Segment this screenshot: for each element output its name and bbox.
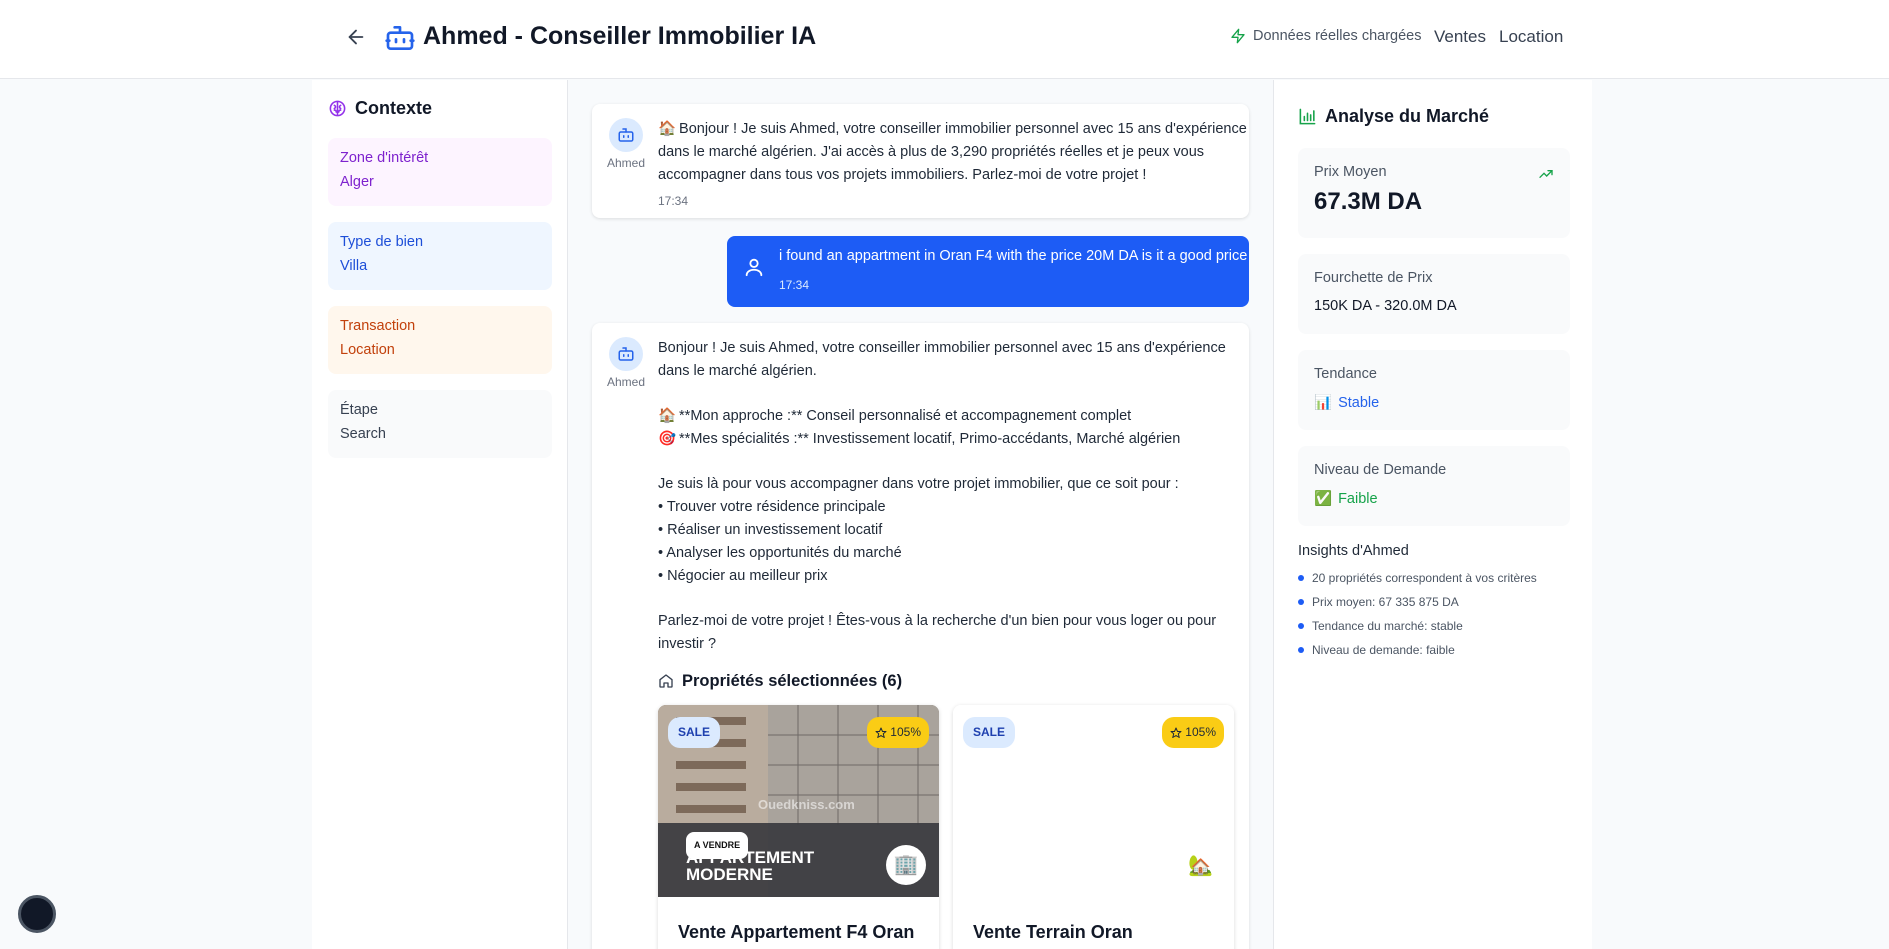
message-body: Bonjour ! Je suis Ahmed, votre conseille… (658, 337, 1238, 949)
data-status: Données réelles chargées (1230, 28, 1421, 44)
avatar-name: Ahmed (606, 375, 646, 389)
trending-up-icon (1539, 170, 1553, 178)
price-range-label: Fourchette de Prix (1314, 270, 1433, 286)
bullet-dot (1298, 623, 1304, 629)
brain-icon (329, 100, 346, 117)
nav-location[interactable]: Location (1499, 27, 1563, 47)
properties-heading: Propriétés sélectionnées (6) (658, 669, 1238, 693)
score-badge: 105% (867, 717, 929, 748)
market-title: Analyse du Marché (1298, 106, 1489, 127)
context-label: Transaction (340, 318, 416, 334)
context-value: Alger (340, 174, 374, 190)
nav-ventes[interactable]: Ventes (1434, 27, 1486, 47)
context-card-step: Étape Search (328, 390, 552, 458)
back-button[interactable] (343, 24, 369, 50)
chart-emoji-icon: 📊 (1314, 395, 1333, 411)
bot-message: Ahmed Bonjour ! Je suis Ahmed, votre con… (592, 323, 1249, 949)
building-icon: 🏢 (886, 845, 926, 885)
bar-chart-icon (1299, 108, 1316, 125)
star-icon (1170, 727, 1182, 738)
context-value: Villa (340, 258, 368, 274)
bot-icon (385, 26, 415, 50)
insights-title: Insights d'Ahmed (1298, 543, 1409, 559)
floating-action-button[interactable] (18, 895, 56, 933)
property-card[interactable]: SALE 105% 🏡 Vente Terrain Oran (953, 705, 1234, 949)
avg-price-label: Prix Moyen (1314, 164, 1387, 180)
home-icon (659, 674, 673, 688)
property-image: Ouedkniss.com A VENDRE APPARTEMENT MODER… (658, 705, 939, 897)
list-item: Prix moyen: 67 335 875 DA (1298, 595, 1459, 609)
context-card-zone: Zone d'intérêt Alger (328, 138, 552, 206)
list-item: Tendance du marché: stable (1298, 619, 1463, 633)
context-value: Search (340, 426, 386, 442)
data-status-text: Données réelles chargées (1253, 28, 1422, 44)
lightning-icon (1231, 28, 1245, 44)
bullet-dot (1298, 599, 1304, 605)
context-panel: Contexte Zone d'intérêt Alger Type de bi… (312, 80, 568, 949)
sale-badge: SALE (963, 717, 1016, 748)
top-header: Ahmed - Conseiller Immobilier IA Données… (0, 0, 1889, 79)
property-cards: Ouedkniss.com A VENDRE APPARTEMENT MODER… (658, 705, 1238, 949)
market-panel: Analyse du Marché Prix Moyen 67.3M DA Fo… (1273, 80, 1592, 949)
list-item: 20 propriétés correspondent à vos critèr… (1298, 571, 1537, 585)
house-emoji-icon: 🏠 (658, 408, 677, 424)
avatar (609, 337, 643, 371)
context-label: Type de bien (340, 234, 424, 250)
bot-avatar-col: Ahmed (604, 337, 648, 389)
house-emoji-icon: 🏠 (658, 121, 677, 137)
message-body: 🏠 Bonjour ! Je suis Ahmed, votre conseil… (658, 118, 1247, 213)
context-title: Contexte (328, 98, 432, 119)
bot-avatar-col: Ahmed (604, 118, 648, 170)
bullet-dot (1298, 647, 1304, 653)
image-caption: APPARTEMENT MODERNE (686, 848, 815, 884)
context-label: Zone d'intérêt (340, 150, 429, 166)
page-title: Ahmed - Conseiller Immobilier IA (423, 22, 817, 50)
message-time: 17:34 (658, 194, 689, 208)
avatar-name: Ahmed (606, 156, 646, 170)
demand-card: Niveau de Demande ✅ Faible (1298, 446, 1570, 526)
property-card[interactable]: Ouedkniss.com A VENDRE APPARTEMENT MODER… (658, 705, 939, 949)
avg-price-value: 67.3M DA (1314, 188, 1423, 215)
user-icon (745, 258, 763, 277)
sale-badge: SALE (668, 717, 721, 748)
message-time: 17:34 (779, 278, 810, 292)
trend-value: 📊 Stable (1314, 394, 1380, 412)
property-image: SALE 105% 🏡 (953, 705, 1234, 897)
price-range-value: 150K DA - 320.0M DA (1314, 298, 1457, 314)
list-item: • Trouver votre résidence principale (658, 499, 886, 515)
trend-card: Tendance 📊 Stable (1298, 350, 1570, 430)
list-item: Niveau de demande: faible (1298, 643, 1455, 657)
target-emoji-icon: 🎯 (658, 431, 677, 447)
property-title: Vente Terrain Oran (973, 922, 1133, 942)
chat-panel[interactable]: Ahmed 🏠 Bonjour ! Je suis Ahmed, votre c… (568, 80, 1273, 949)
list-item: • Réaliser un investissement locatif (658, 522, 883, 538)
user-message-text: i found an appartment in Oran F4 with th… (779, 248, 1248, 264)
demand-label: Niveau de Demande (1314, 462, 1447, 478)
list-item: • Analyser les opportunités du marché (658, 545, 902, 561)
context-card-type: Type de bien Villa (328, 222, 552, 290)
demand-value: ✅ Faible (1314, 490, 1378, 508)
property-title: Vente Appartement F4 Oran (678, 922, 915, 942)
context-value: Location (340, 342, 395, 358)
bot-icon (618, 128, 634, 142)
context-label: Étape (340, 402, 378, 418)
score-badge: 105% (1162, 717, 1224, 748)
bot-icon (618, 347, 634, 361)
star-icon (875, 727, 887, 738)
trend-label: Tendance (1314, 366, 1377, 382)
list-item: • Négocier au meilleur prix (658, 568, 828, 584)
bullet-dot (1298, 575, 1304, 581)
context-card-transaction: Transaction Location (328, 306, 552, 374)
bot-message: Ahmed 🏠 Bonjour ! Je suis Ahmed, votre c… (592, 104, 1249, 218)
image-watermark: Ouedkniss.com (758, 797, 855, 812)
avatar (609, 118, 643, 152)
house-garden-icon: 🏡 (1188, 855, 1213, 877)
check-emoji-icon: ✅ (1314, 491, 1333, 507)
user-message: i found an appartment in Oran F4 with th… (727, 236, 1249, 307)
avg-price-card: Prix Moyen 67.3M DA (1298, 148, 1570, 238)
price-range-card: Fourchette de Prix 150K DA - 320.0M DA (1298, 254, 1570, 334)
arrow-left-icon (348, 29, 364, 45)
